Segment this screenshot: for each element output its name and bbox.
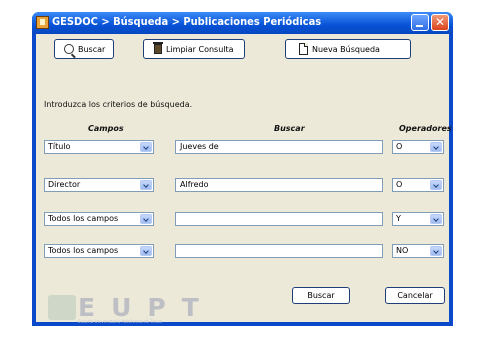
- operator-select-value: NO: [396, 246, 409, 255]
- chevron-down-icon[interactable]: [430, 214, 442, 224]
- minimize-button[interactable]: [411, 14, 429, 31]
- operators-column-header: Operadores: [399, 124, 452, 133]
- search-input-1[interactable]: Jueves de: [175, 140, 383, 154]
- search-form: Buscar Limpiar Consulta Nueva Búsqueda I…: [36, 34, 452, 324]
- field-select-4[interactable]: Todos los campos: [44, 244, 154, 258]
- chevron-down-icon[interactable]: [140, 142, 152, 152]
- search-input-2[interactable]: Alfredo: [175, 178, 383, 192]
- chevron-down-icon[interactable]: [140, 246, 152, 256]
- operator-select-value: Y: [396, 214, 401, 223]
- search-button[interactable]: Buscar: [54, 39, 114, 59]
- search-input-4[interactable]: [175, 244, 383, 258]
- chevron-down-icon[interactable]: [430, 180, 442, 190]
- operator-select-1[interactable]: O: [392, 140, 444, 154]
- gesdoc-window: GESDOC > Búsqueda > Publicaciones Periód…: [32, 12, 453, 326]
- operator-select-value: O: [396, 142, 403, 151]
- field-select-value: Título: [48, 142, 71, 151]
- clear-query-button[interactable]: Limpiar Consulta: [143, 39, 245, 59]
- title-bar[interactable]: GESDOC > Búsqueda > Publicaciones Periód…: [32, 12, 453, 34]
- close-button[interactable]: ✕: [431, 14, 449, 31]
- magnifier-icon: [64, 44, 74, 54]
- eupt-logo-text: EUPT: [78, 293, 215, 322]
- trash-icon: [153, 42, 163, 54]
- field-select-3[interactable]: Todos los campos: [44, 212, 154, 226]
- operator-select-2[interactable]: O: [392, 178, 444, 192]
- chevron-down-icon[interactable]: [140, 214, 152, 224]
- footer-search-button[interactable]: Buscar: [292, 287, 350, 304]
- search-column-header: Buscar: [274, 124, 305, 133]
- chevron-down-icon[interactable]: [430, 142, 442, 152]
- new-search-button[interactable]: Nueva Búsqueda: [285, 39, 411, 59]
- eupt-logo: EUPT Escuela Universitaria Politécnica d…: [48, 292, 223, 324]
- eupt-logo-subtitle: Escuela Universitaria Politécnica de Ter…: [78, 319, 163, 324]
- new-search-label: Nueva Búsqueda: [312, 44, 380, 54]
- instructions-text: Introduzca los criterios de búsqueda.: [44, 100, 193, 109]
- cancel-button[interactable]: Cancelar: [385, 287, 445, 304]
- search-button-label: Buscar: [78, 44, 106, 54]
- field-select-value: Director: [48, 180, 81, 189]
- search-input-3[interactable]: [175, 212, 383, 226]
- app-icon: [36, 16, 49, 29]
- field-select-value: Todos los campos: [48, 246, 119, 255]
- window-title: GESDOC > Búsqueda > Publicaciones Periód…: [52, 15, 322, 28]
- eupt-emblem-icon: [48, 295, 76, 320]
- operator-select-value: O: [396, 180, 403, 189]
- operator-select-3[interactable]: Y: [392, 212, 444, 226]
- field-select-2[interactable]: Director: [44, 178, 154, 192]
- field-select-value: Todos los campos: [48, 214, 119, 223]
- clear-query-label: Limpiar Consulta: [166, 44, 234, 54]
- new-document-icon: [299, 43, 308, 55]
- chevron-down-icon[interactable]: [430, 246, 442, 256]
- operator-select-4[interactable]: NO: [392, 244, 444, 258]
- chevron-down-icon[interactable]: [140, 180, 152, 190]
- fields-column-header: Campos: [88, 124, 124, 133]
- field-select-1[interactable]: Título: [44, 140, 154, 154]
